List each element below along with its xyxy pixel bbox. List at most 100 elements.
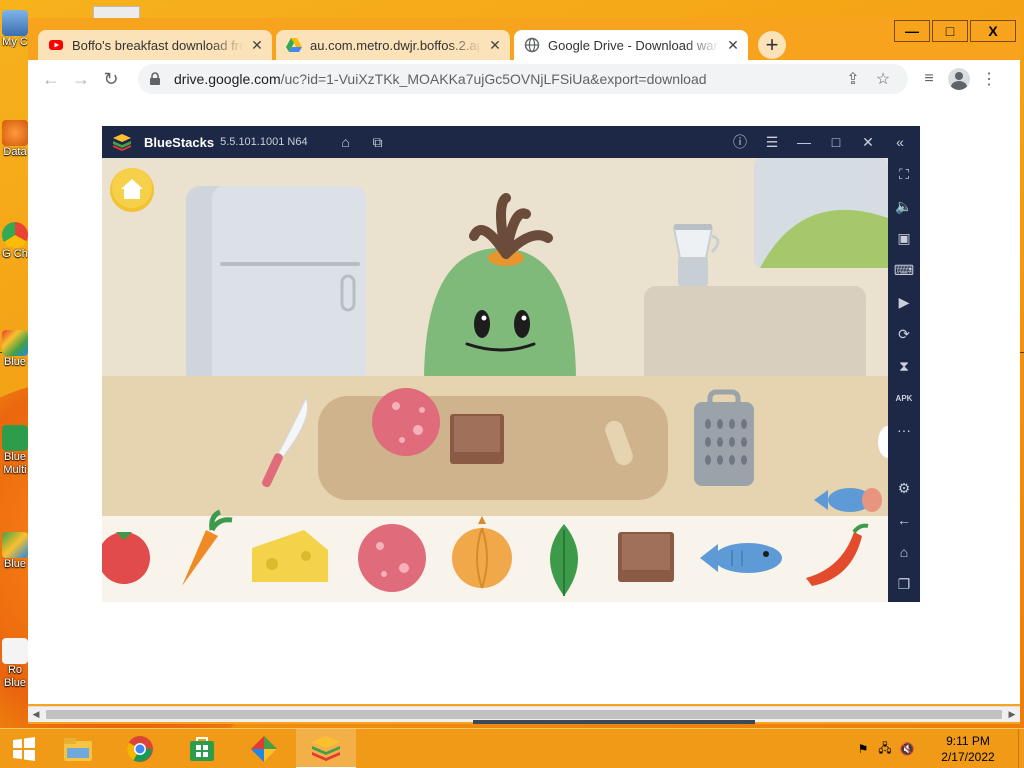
fullscreen-icon[interactable]: ⛶: [888, 158, 920, 190]
keyboard-icon[interactable]: ⌨: [888, 254, 920, 286]
tab-title: au.com.metro.dwjr.boffos.2.apk -: [310, 37, 482, 53]
desktop-icon-my-computer[interactable]: My C: [0, 10, 30, 48]
data-app-icon: [2, 120, 28, 146]
android-home-icon[interactable]: ⌂: [888, 536, 920, 568]
cutting-board[interactable]: [318, 388, 668, 500]
minimize-button[interactable]: —: [894, 20, 930, 42]
volume-muted-icon[interactable]: 🔇: [896, 738, 918, 760]
game-screen[interactable]: [102, 158, 888, 602]
taskbar-store[interactable]: [172, 729, 232, 768]
arrow-left-icon: ←: [42, 68, 60, 89]
chrome-icon: [2, 222, 28, 248]
collapse-sidebar-icon[interactable]: «: [884, 126, 916, 158]
desktop-icon-roblox-bluestacks[interactable]: Ro Blue: [0, 638, 30, 690]
minimize-icon[interactable]: —: [788, 126, 820, 158]
settings-icon[interactable]: ⚙: [888, 472, 920, 504]
taskbar-bluestacks-multi[interactable]: [234, 729, 294, 768]
tab-drive-download-warning[interactable]: Google Drive - Download warning ✕: [512, 30, 750, 60]
salami-slice[interactable]: [372, 388, 440, 456]
screenshot-icon[interactable]: ▣: [888, 222, 920, 254]
apk-icon[interactable]: APK: [888, 382, 920, 414]
help-icon[interactable]: ⓘ: [724, 126, 756, 158]
scrollbar-thumb[interactable]: [46, 710, 1002, 719]
show-desktop-button[interactable]: [1018, 729, 1024, 768]
taskbar-file-explorer[interactable]: [48, 729, 108, 768]
forward-button[interactable]: →: [66, 64, 96, 94]
clock-time: 9:11 PM: [946, 734, 990, 748]
scroll-indicator: [473, 720, 755, 724]
desktop-icon-data[interactable]: Data: [0, 120, 30, 158]
media-control-icon[interactable]: ≡: [914, 64, 944, 94]
chrome-window: — □ X Boffo's breakfast download free | …: [28, 18, 1020, 724]
maximize-icon[interactable]: □: [820, 126, 852, 158]
bluestacks-icon: [2, 532, 28, 558]
tab-youtube[interactable]: Boffo's breakfast download free | ✕: [36, 30, 274, 60]
close-button[interactable]: X: [970, 20, 1016, 42]
window-controls: — □ X: [892, 20, 1016, 42]
game-home-button[interactable]: [110, 168, 154, 212]
recent-apps-icon[interactable]: ❐: [888, 568, 920, 600]
bluestacks-logo-icon: [113, 134, 131, 151]
back-icon[interactable]: ←: [888, 504, 920, 536]
window-view: [754, 158, 888, 268]
youtube-icon: [49, 40, 63, 50]
desktop-icon-bluestacks-2[interactable]: Blue: [0, 532, 30, 570]
address-bar[interactable]: drive.google.com/uc?id=1-VuiXzTKk_MOAKKa…: [138, 64, 908, 94]
tab-close-icon[interactable]: ✕: [486, 37, 504, 54]
bluestacks-version: 5.5.101.1001 N64: [220, 136, 308, 148]
profile-button[interactable]: [944, 64, 974, 94]
rotate-icon[interactable]: ⟳: [888, 318, 920, 350]
tab-close-icon[interactable]: ✕: [724, 37, 742, 54]
desktop-icon-bluestacks[interactable]: Blue: [0, 330, 30, 368]
share-icon[interactable]: ⇪: [838, 64, 868, 94]
ingredient-salami[interactable]: [358, 524, 426, 592]
bluestacks-window: BlueStacks 5.5.101.1001 N64 ⌂ ⧉ ⓘ ☰ — □ …: [102, 126, 920, 602]
close-icon[interactable]: ✕: [852, 126, 884, 158]
back-button[interactable]: ←: [36, 64, 66, 94]
volume-icon[interactable]: 🔈: [888, 190, 920, 222]
bluestacks-icon: [2, 330, 28, 356]
ingredient-chocolate[interactable]: [618, 532, 674, 582]
system-tray: ⚑ 🖧 🔇 9:11 PM 2/17/2022: [852, 729, 1024, 768]
computer-icon: [2, 10, 28, 36]
taskbar-chrome[interactable]: [110, 729, 170, 768]
bookmark-star-icon[interactable]: ☆: [868, 64, 898, 94]
start-button[interactable]: [0, 729, 48, 768]
bluestacks-sidebar: ⛶ 🔈 ▣ ⌨ ▶ ⟳ ⧗ APK ··· ⚙ ← ⌂ ❐: [888, 158, 920, 602]
reload-icon: ↻: [103, 68, 119, 89]
maximize-button[interactable]: □: [932, 20, 968, 42]
kebab-menu-icon[interactable]: ⋮: [974, 64, 1004, 94]
bluestacks-titlebar: BlueStacks 5.5.101.1001 N64 ⌂ ⧉ ⓘ ☰ — □ …: [102, 126, 920, 158]
scroll-right-icon[interactable]: ▶: [1004, 709, 1020, 720]
more-icon[interactable]: ···: [888, 414, 920, 446]
taskbar: ⚑ 🖧 🔇 9:11 PM 2/17/2022: [0, 728, 1024, 768]
windows-logo-icon: [13, 736, 35, 761]
flag-warning-icon[interactable]: ⚑: [852, 738, 874, 760]
bluestacks-multi-icon: [251, 735, 277, 762]
desktop-icon-google-chrome[interactable]: G Ch: [0, 222, 30, 260]
multi-instance-icon[interactable]: ⧗: [888, 350, 920, 382]
fridge: [186, 186, 366, 386]
tab-apk-drive[interactable]: au.com.metro.dwjr.boffos.2.apk - ✕: [274, 30, 512, 60]
bluestacks-name: BlueStacks: [144, 134, 215, 150]
reload-button[interactable]: ↻: [96, 64, 126, 94]
menu-icon[interactable]: ☰: [756, 126, 788, 158]
grater[interactable]: [694, 389, 754, 486]
desktop-icon-bluestacks-multi[interactable]: Blue Multi: [0, 425, 30, 477]
multi-instance-icon: [2, 425, 28, 451]
game-scene[interactable]: [102, 158, 888, 602]
network-icon[interactable]: 🖧: [874, 738, 896, 760]
scroll-left-icon[interactable]: ◀: [28, 709, 44, 720]
home-icon[interactable]: ⌂: [330, 126, 362, 158]
tab-close-icon[interactable]: ✕: [248, 37, 266, 54]
multi-window-icon[interactable]: ⧉: [362, 126, 394, 158]
new-tab-button[interactable]: +: [758, 31, 786, 59]
store-icon: [190, 736, 214, 761]
macro-icon[interactable]: ▶: [888, 286, 920, 318]
clock[interactable]: 9:11 PM 2/17/2022: [918, 733, 1018, 765]
folder-icon: [64, 737, 92, 761]
avatar-icon: [948, 68, 970, 90]
url-host: drive.google.com: [174, 71, 281, 87]
taskbar-bluestacks[interactable]: [296, 728, 356, 768]
arrow-right-icon: →: [72, 68, 90, 89]
